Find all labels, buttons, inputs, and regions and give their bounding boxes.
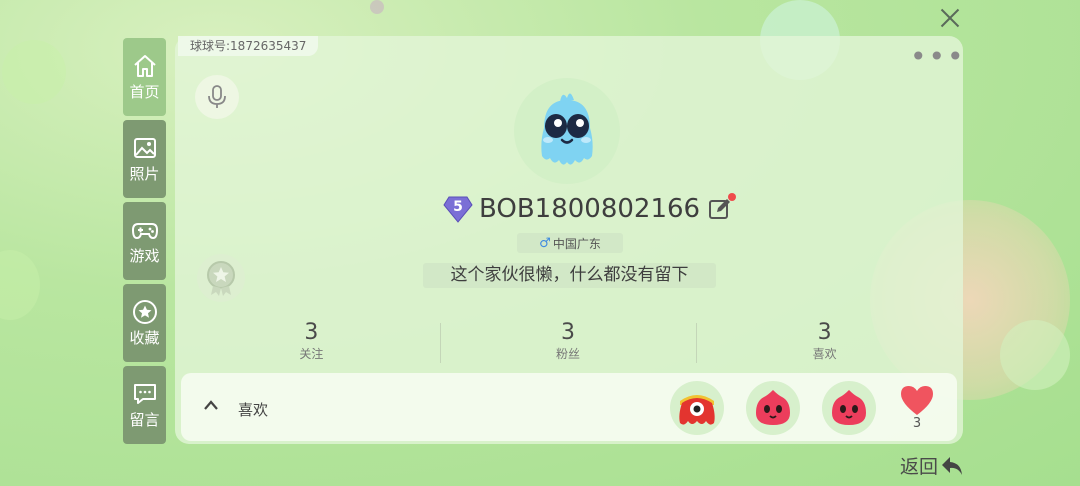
stat-following[interactable]: 3 关注 bbox=[183, 320, 440, 366]
stat-label: 喜欢 bbox=[812, 347, 837, 361]
location-tag: ♂ 中国广东 bbox=[517, 233, 623, 253]
stat-label: 粉丝 bbox=[556, 347, 581, 361]
sidebar-item-label: 收藏 bbox=[129, 328, 160, 347]
sidebar-item-messages[interactable]: 留言 bbox=[123, 366, 166, 444]
sidebar-item-label: 照片 bbox=[129, 164, 160, 183]
liker-avatar[interactable] bbox=[746, 381, 800, 435]
username-row: 5 BOB1800802166 bbox=[443, 192, 737, 226]
avatar-character-icon bbox=[541, 93, 593, 165]
level-badge: 5 bbox=[443, 195, 473, 223]
chevron-up-icon[interactable] bbox=[204, 400, 218, 410]
return-arrow-icon bbox=[942, 456, 963, 475]
gamepad-icon bbox=[131, 222, 158, 239]
image-icon bbox=[133, 137, 156, 158]
back-label: 返回 bbox=[900, 456, 939, 478]
sidebar-item-photos[interactable]: 照片 bbox=[123, 120, 166, 198]
home-icon bbox=[133, 54, 156, 77]
message-icon bbox=[133, 383, 156, 404]
stat-value: 3 bbox=[304, 320, 319, 345]
sidebar-item-games[interactable]: 游戏 bbox=[123, 202, 166, 280]
more-options-icon[interactable]: ••• bbox=[910, 43, 966, 71]
sidebar-item-label: 留言 bbox=[129, 410, 160, 429]
voice-button[interactable] bbox=[195, 75, 239, 119]
star-icon bbox=[132, 299, 157, 324]
liker-avatar[interactable] bbox=[822, 381, 876, 435]
stat-label: 关注 bbox=[299, 347, 324, 361]
back-button[interactable]: 返回 bbox=[900, 452, 964, 479]
gender-male-icon: ♂ bbox=[539, 235, 551, 251]
avatar[interactable] bbox=[514, 78, 620, 184]
bg-bubble bbox=[2, 40, 66, 104]
stat-value: 3 bbox=[817, 320, 832, 345]
stat-likes[interactable]: 3 喜欢 bbox=[696, 320, 953, 366]
location-text: 中国广东 bbox=[552, 236, 601, 251]
pink-blob-avatar-icon bbox=[832, 390, 866, 425]
sidebar-item-label: 首页 bbox=[129, 82, 160, 101]
medal-button[interactable] bbox=[197, 254, 245, 302]
microphone-icon bbox=[208, 85, 226, 108]
level-number: 5 bbox=[453, 199, 463, 215]
sidebar: 首页 照片 游戏 收藏 留言 bbox=[123, 38, 166, 448]
bg-bubble bbox=[1000, 320, 1070, 390]
stats-row: 3 关注 3 粉丝 3 喜欢 bbox=[183, 320, 953, 366]
red-monster-avatar-icon bbox=[679, 395, 715, 425]
edit-button[interactable] bbox=[708, 193, 737, 221]
liker-avatar[interactable] bbox=[670, 381, 724, 435]
bio-text: 这个家伙很懒，什么都没有留下 bbox=[423, 263, 716, 288]
username: BOB1800802166 bbox=[479, 194, 701, 224]
medal-icon bbox=[207, 261, 235, 296]
bg-bubble bbox=[0, 250, 40, 320]
edit-icon bbox=[709, 199, 731, 219]
bg-bubble bbox=[370, 0, 384, 14]
sidebar-item-label: 游戏 bbox=[129, 246, 160, 265]
heart-count: 3 bbox=[912, 416, 922, 431]
heart-icon[interactable] bbox=[899, 383, 935, 417]
likes-label: 喜欢 bbox=[238, 401, 269, 419]
pink-blob-avatar-icon bbox=[756, 390, 790, 425]
stat-value: 3 bbox=[561, 320, 575, 345]
sidebar-item-favorites[interactable]: 收藏 bbox=[123, 284, 166, 362]
stat-fans[interactable]: 3 粉丝 bbox=[439, 320, 697, 366]
player-id-tag: 球球号:1872635437 bbox=[178, 36, 319, 56]
close-icon[interactable] bbox=[938, 6, 962, 30]
sidebar-item-home[interactable]: 首页 bbox=[123, 38, 166, 116]
